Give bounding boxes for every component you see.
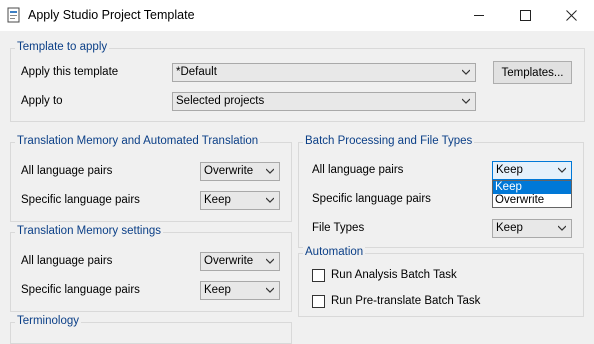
tms-all-pairs-label: All language pairs [21, 255, 113, 267]
apply-to-label: Apply to [21, 95, 63, 107]
chevron-down-icon [266, 287, 274, 293]
close-icon [565, 10, 577, 21]
batch-specific-pairs-label: Specific language pairs [312, 193, 431, 205]
templates-button-label: Templates... [501, 66, 564, 79]
run-analysis-checkbox[interactable] [312, 269, 325, 282]
run-pretranslate-label: Run Pre-translate Batch Task [331, 295, 481, 307]
chevron-down-icon [462, 69, 470, 75]
tms-specific-pairs-select[interactable]: Keep [200, 281, 280, 300]
chevron-down-icon [266, 197, 274, 203]
file-types-select[interactable]: Keep [492, 219, 572, 238]
tm-settings-group: Translation Memory settings [10, 225, 292, 312]
run-pretranslate-checkbox[interactable] [312, 295, 325, 308]
automation-group: Automation [298, 246, 584, 317]
tms-specific-pairs-value: Keep [204, 284, 231, 296]
batch-all-pairs-label: All language pairs [312, 164, 404, 176]
apply-to-select[interactable]: Selected projects [172, 92, 476, 111]
minimize-icon [474, 15, 484, 16]
tm-all-pairs-value: Overwrite [204, 165, 254, 177]
tms-all-pairs-value: Overwrite [204, 255, 254, 267]
tm-specific-pairs-value: Keep [204, 194, 231, 206]
automation-legend: Automation [303, 246, 366, 258]
batch-all-pairs-select[interactable]: Keep [492, 161, 572, 180]
tms-specific-pairs-label: Specific language pairs [21, 284, 140, 296]
document-template-icon [7, 7, 20, 23]
apply-to-value: Selected projects [176, 95, 265, 107]
chevron-down-icon [558, 225, 566, 231]
tm-all-pairs-select[interactable]: Overwrite [200, 162, 280, 181]
file-types-value: Keep [496, 222, 523, 234]
chevron-down-icon [462, 98, 470, 104]
templates-button[interactable]: Templates... [493, 61, 572, 84]
tm-automated-group: Translation Memory and Automated Transla… [10, 135, 292, 222]
dropdown-option-keep[interactable]: Keep [493, 181, 571, 194]
terminology-legend: Terminology [15, 315, 81, 327]
dropdown-option-overwrite[interactable]: Overwrite [493, 194, 571, 207]
apply-template-select[interactable]: *Default [172, 63, 476, 82]
tm-automated-legend: Translation Memory and Automated Transla… [15, 135, 261, 147]
close-button[interactable] [548, 0, 594, 31]
tm-specific-pairs-select[interactable]: Keep [200, 191, 280, 210]
batch-all-pairs-dropdown: Keep Overwrite [492, 180, 572, 208]
template-group-legend: Template to apply [15, 41, 110, 53]
batch-legend: Batch Processing and File Types [303, 135, 475, 147]
maximize-button[interactable] [502, 0, 548, 31]
tm-all-pairs-label: All language pairs [21, 165, 113, 177]
apply-template-label: Apply this template [21, 66, 119, 78]
maximize-icon [519, 10, 531, 21]
terminology-group: Terminology [10, 315, 292, 344]
title-bar: Apply Studio Project Template [0, 0, 594, 31]
tm-settings-legend: Translation Memory settings [15, 225, 164, 237]
chevron-down-icon [266, 168, 274, 174]
chevron-down-icon [558, 167, 566, 173]
run-analysis-label: Run Analysis Batch Task [331, 269, 457, 281]
batch-all-pairs-value: Keep [496, 164, 523, 176]
window-title: Apply Studio Project Template [28, 8, 195, 22]
chevron-down-icon [266, 258, 274, 264]
apply-template-value: *Default [176, 66, 217, 78]
minimize-button[interactable] [456, 0, 502, 31]
tms-all-pairs-select[interactable]: Overwrite [200, 252, 280, 271]
file-types-label: File Types [312, 222, 365, 234]
tm-specific-pairs-label: Specific language pairs [21, 194, 140, 206]
